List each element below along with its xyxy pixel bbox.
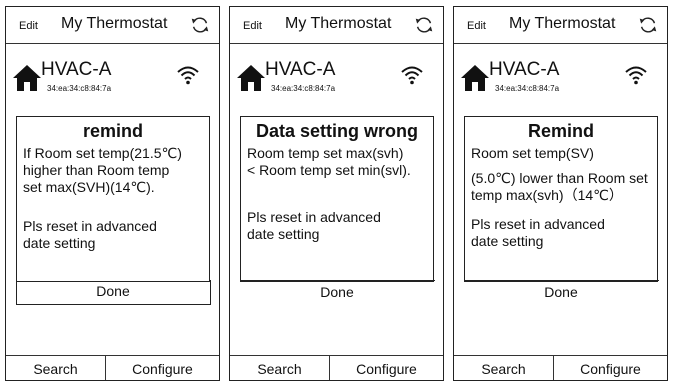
phone-screen-3: Edit My Thermostat HVAC-A 34:ea:34:c8:84… [453,6,668,381]
device-mac: 34:ea:34:c8:84:7a [271,84,336,93]
dialog-message: Room temp set max(svh) < Room temp set m… [247,145,411,178]
refresh-icon[interactable] [189,14,211,36]
wifi-icon [401,66,423,85]
dialog-reset-message: Pls reset in advanced date setting [247,209,381,242]
edit-button[interactable]: Edit [467,20,486,32]
device-row[interactable]: HVAC-A 34:ea:34:c8:84:7a [230,59,443,99]
dialog-title: Data setting wrong [255,121,418,141]
wifi-icon [177,66,199,85]
device-row[interactable]: HVAC-A 34:ea:34:c8:84:7a [454,59,667,99]
edit-button[interactable]: Edit [19,20,38,32]
app-title: My Thermostat [509,15,616,32]
tab-configure[interactable]: Configure [330,356,443,380]
tab-search[interactable]: Search [230,356,330,380]
app-title: My Thermostat [61,15,168,32]
alert-dialog: Data setting wrong Room temp set max(svh… [239,116,435,300]
device-name: HVAC-A [489,59,560,80]
tab-search[interactable]: Search [6,356,106,380]
home-icon [461,65,489,91]
phone-screen-2: Edit My Thermostat HVAC-A 34:ea:34:c8:84… [229,6,444,381]
dialog-message: Room set temp(SV) [471,145,594,161]
phone-screen-1: Edit My Thermostat HVAC-A 34:ea:34:c8:84… [5,6,220,381]
dialog-detail: (5.0℃) lower than Room set temp max(svh)… [471,170,648,203]
app-header: Edit My Thermostat [230,7,443,44]
bottom-tab-bar: Search Configure [230,355,443,380]
done-button[interactable]: Done [463,280,659,305]
tab-configure[interactable]: Configure [106,356,219,380]
bottom-tab-bar: Search Configure [454,355,667,380]
done-button[interactable]: Done [239,280,435,305]
dialog-message: If Room set temp(21.5℃) higher than Room… [23,145,182,195]
app-header: Edit My Thermostat [6,7,219,44]
device-name: HVAC-A [41,59,112,80]
refresh-icon[interactable] [637,14,659,36]
alert-dialog: remind If Room set temp(21.5℃) higher th… [15,116,211,305]
device-mac: 34:ea:34:c8:84:7a [495,84,560,93]
wifi-icon [625,66,647,85]
app-title: My Thermostat [285,15,392,32]
home-icon [237,65,265,91]
dialog-reset-message: Pls reset in advanced date setting [23,218,157,251]
dialog-title: remind [82,121,143,141]
tab-search[interactable]: Search [454,356,554,380]
dialog-reset-message: Pls reset in advanced date setting [471,216,605,249]
device-row[interactable]: HVAC-A 34:ea:34:c8:84:7a [6,59,219,99]
device-name: HVAC-A [265,59,336,80]
edit-button[interactable]: Edit [243,20,262,32]
bottom-tab-bar: Search Configure [6,355,219,380]
home-icon [13,65,41,91]
done-button[interactable]: Done [15,280,211,305]
app-header: Edit My Thermostat [454,7,667,44]
dialog-title: Remind [527,121,594,141]
refresh-icon[interactable] [413,14,435,36]
device-mac: 34:ea:34:c8:84:7a [47,84,112,93]
tab-configure[interactable]: Configure [554,356,667,380]
alert-dialog: Remind Room set temp(SV) (5.0℃) lower th… [463,116,659,300]
